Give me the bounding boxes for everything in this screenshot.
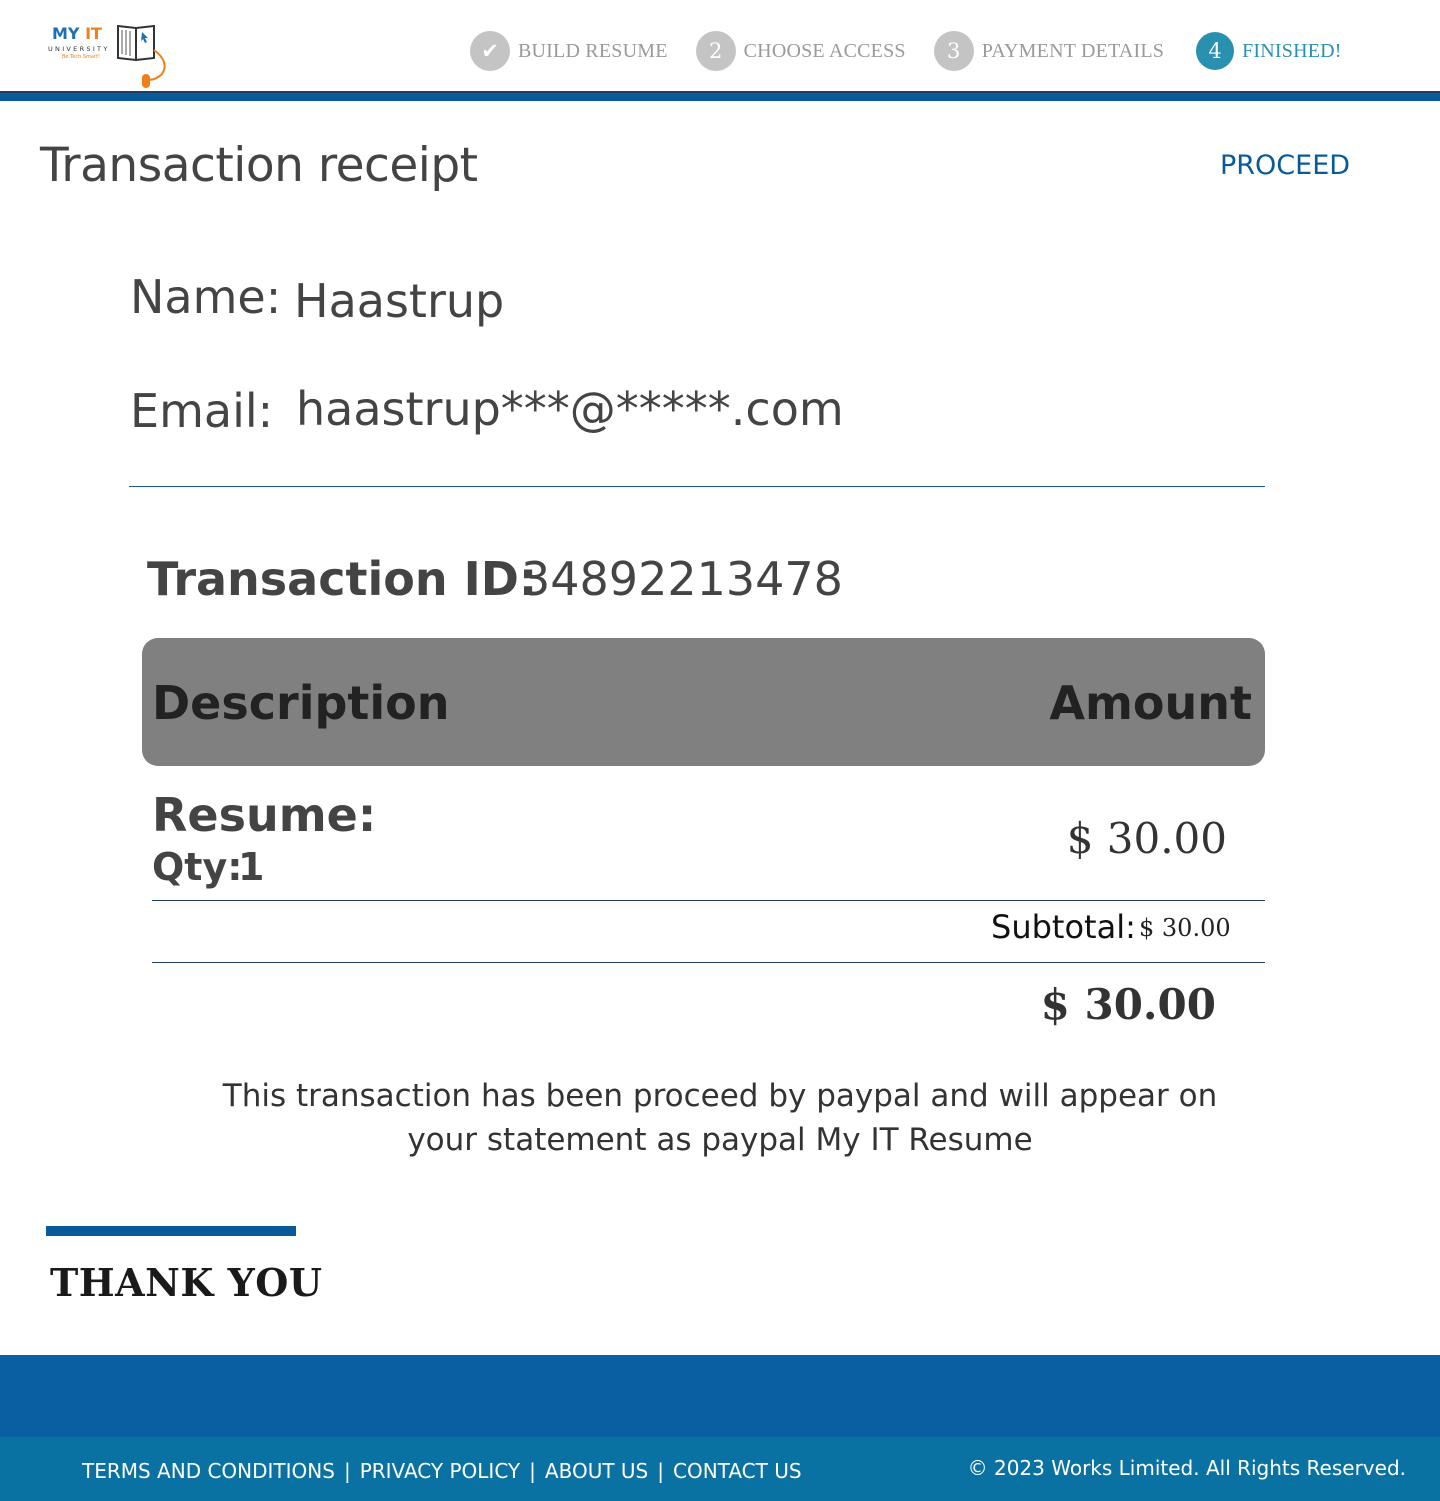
receipt-table-header: Description Amount (142, 638, 1265, 766)
logo-university-text: UNIVERSITY (48, 45, 110, 53)
step-label: CHOOSE ACCESS (743, 39, 906, 62)
column-header-description: Description (152, 676, 450, 730)
item-name: Resume: (152, 788, 377, 842)
book-mouse-icon (117, 24, 166, 88)
item-qty-label: Qty: (152, 845, 243, 889)
privacy-policy-link[interactable]: PRIVACY POLICY (360, 1459, 520, 1483)
link-separator: | (343, 1459, 351, 1483)
total-amount: $ 30.00 (1040, 980, 1216, 1029)
name-value: Haastrup (294, 274, 505, 328)
row-divider (152, 962, 1265, 963)
contact-us-link[interactable]: CONTACT US (673, 1459, 802, 1483)
checkout-steps: ✔ BUILD RESUME 2 CHOOSE ACCESS 3 PAYMENT… (470, 30, 1370, 72)
email-label: Email: (130, 384, 274, 438)
footer-band (0, 1355, 1440, 1437)
paypal-note: This transaction has been proceed by pay… (222, 1078, 1218, 1158)
step-number: 4 (1196, 32, 1235, 70)
transaction-id-value: 34892213478 (521, 552, 843, 606)
column-header-amount: Amount (1049, 676, 1252, 730)
step-build-resume[interactable]: ✔ BUILD RESUME (470, 31, 668, 71)
email-value: haastrup***@*****.com (296, 382, 844, 436)
name-label: Name: (130, 270, 282, 324)
step-payment-details[interactable]: 3 PAYMENT DETAILS (933, 31, 1165, 71)
step-label: PAYMENT DETAILS (981, 39, 1165, 62)
about-us-link[interactable]: ABOUT US (545, 1459, 648, 1483)
proceed-link[interactable]: PROCEED (1220, 150, 1350, 181)
page-title: Transaction receipt (40, 138, 478, 193)
copyright-text: © 2023 Works Limited. All Rights Reserve… (967, 1456, 1406, 1480)
step-choose-access[interactable]: 2 CHOOSE ACCESS (695, 31, 906, 71)
row-divider (152, 900, 1265, 901)
step-number: 2 (695, 31, 736, 71)
my-it-university-logo[interactable]: MY IT UNIVERSITY Be Tech Smart! (44, 18, 174, 90)
step-finished[interactable]: 4 FINISHED! (1196, 32, 1342, 70)
section-divider (129, 486, 1265, 487)
thank-you-accent-bar (46, 1226, 296, 1236)
item-amount: $ 30.00 (1066, 814, 1227, 863)
transaction-id-label: Transaction ID: (147, 552, 538, 606)
subtotal-value: $ 30.00 (1139, 914, 1231, 942)
logo-tagline: Be Tech Smart! (62, 54, 101, 60)
step-label: FINISHED! (1242, 39, 1342, 62)
step-label: BUILD RESUME (518, 39, 668, 62)
step-number: 3 (933, 31, 974, 71)
thank-you-heading: THANK YOU (50, 1260, 323, 1305)
link-separator: | (529, 1459, 536, 1483)
subtotal-label: Subtotal: (991, 908, 1136, 946)
site-header: MY IT UNIVERSITY Be Tech Smart! ✔ BUILD … (0, 0, 1440, 101)
footer-bar: TERMS AND CONDITIONS | PRIVACY POLICY | … (0, 1437, 1440, 1501)
footer-links: TERMS AND CONDITIONS | PRIVACY POLICY | … (82, 1459, 802, 1483)
header-divider (0, 91, 1440, 101)
item-qty-value: 1 (238, 845, 265, 889)
logo-wordmark: MY IT (52, 24, 102, 43)
check-icon: ✔ (470, 31, 510, 71)
link-separator: | (657, 1459, 664, 1483)
terms-link[interactable]: TERMS AND CONDITIONS (82, 1459, 335, 1483)
